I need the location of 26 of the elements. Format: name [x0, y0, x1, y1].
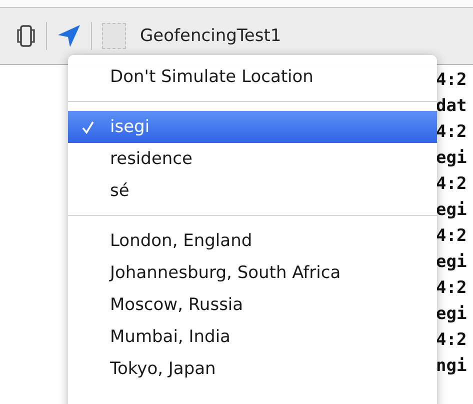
menu-item[interactable]: London, England — [68, 225, 437, 257]
console-line: 4:2 — [436, 69, 468, 92]
device-icon[interactable] — [16, 25, 36, 47]
console-line: 4:2 — [436, 329, 468, 352]
console-line: egi — [436, 303, 468, 326]
menu-item[interactable]: Johannesburg, South Africa — [68, 257, 437, 289]
menu-item[interactable]: isegi — [68, 111, 437, 143]
menu-item[interactable]: Moscow, Russia — [68, 289, 437, 321]
console-line: egi — [436, 147, 468, 170]
menu-item[interactable]: Don't Simulate Location — [68, 61, 437, 93]
console-line: ngi — [436, 355, 468, 378]
console-line: egi — [436, 251, 468, 274]
menu-item[interactable]: Mumbai, India — [68, 321, 437, 353]
menu-item[interactable]: residence — [68, 143, 437, 175]
console-line: 4:2 — [436, 121, 468, 144]
checkmark-icon — [82, 121, 94, 134]
scheme-name[interactable]: GeofencingTest1 — [140, 26, 282, 46]
console-line: egi — [436, 199, 468, 222]
menu-item[interactable]: sé — [68, 175, 437, 207]
console-line: 4:2 — [436, 173, 468, 196]
console-line: 4:2 — [436, 225, 468, 248]
console-line: dat — [436, 95, 468, 118]
menu-item[interactable]: Tokyo, Japan — [68, 353, 437, 385]
scheme-icon — [102, 23, 126, 49]
console-line: 4:2 — [436, 277, 468, 300]
location-arrow-icon[interactable] — [57, 24, 81, 48]
